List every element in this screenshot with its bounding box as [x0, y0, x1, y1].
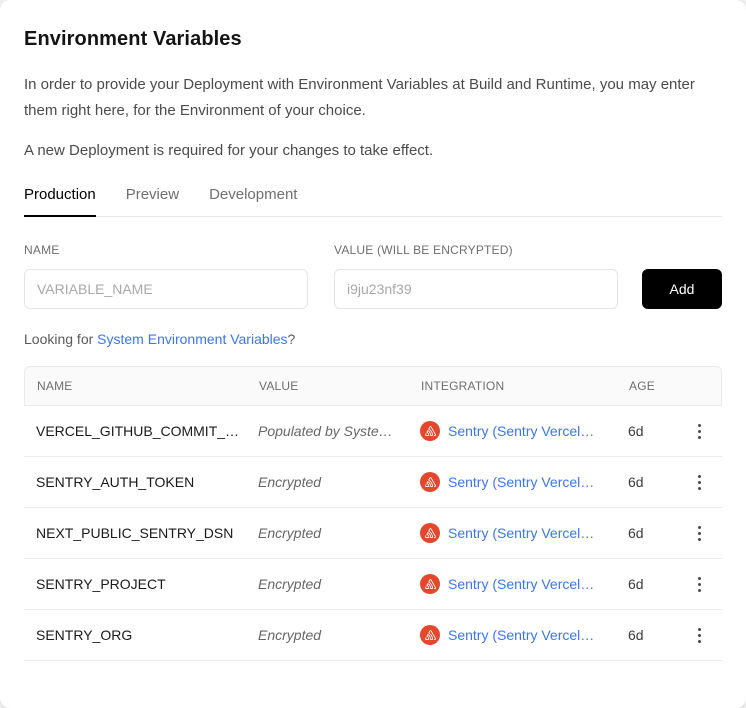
environment-variables-panel: Environment Variables In order to provid…: [0, 0, 746, 708]
col-header-value: VALUE: [247, 379, 409, 393]
tab-development[interactable]: Development: [209, 186, 297, 216]
table-header: NAME VALUE INTEGRATION AGE: [24, 366, 722, 406]
name-field-group: NAME: [24, 243, 308, 309]
table-row: SENTRY_AUTH_TOKEN Encrypted Sentry (Sent…: [24, 457, 722, 508]
value-label: VALUE (WILL BE ENCRYPTED): [334, 243, 618, 257]
var-integration: Sentry (Sentry Vercel…: [408, 523, 616, 543]
sentry-icon: [420, 472, 440, 492]
tab-production[interactable]: Production: [24, 186, 96, 216]
var-age: 6d: [616, 525, 676, 541]
redeploy-note: A new Deployment is required for your ch…: [24, 138, 696, 164]
system-env-link[interactable]: System Environment Variables: [97, 331, 287, 347]
var-name: SENTRY_AUTH_TOKEN: [24, 474, 246, 490]
table-row: VERCEL_GITHUB_COMMIT_… Populated by Syst…: [24, 406, 722, 457]
var-name: SENTRY_ORG: [24, 627, 246, 643]
variable-value-input[interactable]: [334, 269, 618, 309]
integration-link[interactable]: Sentry (Sentry Vercel…: [448, 423, 594, 439]
integration-link[interactable]: Sentry (Sentry Vercel…: [448, 474, 594, 490]
var-value: Encrypted: [246, 474, 408, 490]
tab-preview[interactable]: Preview: [126, 186, 179, 216]
integration-link[interactable]: Sentry (Sentry Vercel…: [448, 576, 594, 592]
add-button[interactable]: Add: [642, 269, 722, 309]
var-age: 6d: [616, 627, 676, 643]
col-header-age: AGE: [617, 379, 677, 393]
sentry-icon: [420, 421, 440, 441]
var-age: 6d: [616, 474, 676, 490]
var-value: Encrypted: [246, 576, 408, 592]
page-description: In order to provide your Deployment with…: [24, 72, 696, 124]
var-name: NEXT_PUBLIC_SENTRY_DSN: [24, 525, 246, 541]
system-env-line: Looking for System Environment Variables…: [24, 331, 722, 347]
add-variable-form: NAME VALUE (WILL BE ENCRYPTED) Add: [24, 243, 722, 309]
var-age: 6d: [616, 423, 676, 439]
var-integration: Sentry (Sentry Vercel…: [408, 421, 616, 441]
integration-link[interactable]: Sentry (Sentry Vercel…: [448, 525, 594, 541]
col-header-integration: INTEGRATION: [409, 379, 617, 393]
table-row: SENTRY_PROJECT Encrypted Sentry (Sentry …: [24, 559, 722, 610]
var-name: SENTRY_PROJECT: [24, 576, 246, 592]
sentry-icon: [420, 625, 440, 645]
var-integration: Sentry (Sentry Vercel…: [408, 625, 616, 645]
table-row: NEXT_PUBLIC_SENTRY_DSN Encrypted Sentry …: [24, 508, 722, 559]
var-value: Encrypted: [246, 525, 408, 541]
table-row: SENTRY_ORG Encrypted Sentry (Sentry Verc…: [24, 610, 722, 661]
kebab-menu-icon[interactable]: [692, 418, 707, 445]
kebab-menu-icon[interactable]: [692, 469, 707, 496]
kebab-menu-icon[interactable]: [692, 520, 707, 547]
var-age: 6d: [616, 576, 676, 592]
page-title: Environment Variables: [24, 28, 722, 51]
kebab-menu-icon[interactable]: [692, 622, 707, 649]
kebab-menu-icon[interactable]: [692, 571, 707, 598]
var-value: Encrypted: [246, 627, 408, 643]
var-integration: Sentry (Sentry Vercel…: [408, 472, 616, 492]
value-field-group: VALUE (WILL BE ENCRYPTED): [334, 243, 618, 309]
variable-name-input[interactable]: [24, 269, 308, 309]
sentry-icon: [420, 523, 440, 543]
var-name: VERCEL_GITHUB_COMMIT_…: [24, 423, 246, 439]
env-vars-table: NAME VALUE INTEGRATION AGE VERCEL_GITHUB…: [24, 366, 722, 661]
environment-tabs: Production Preview Development: [24, 186, 722, 217]
var-integration: Sentry (Sentry Vercel…: [408, 574, 616, 594]
name-label: NAME: [24, 243, 308, 257]
col-header-name: NAME: [25, 379, 247, 393]
system-env-prefix: Looking for: [24, 331, 97, 347]
var-value: Populated by Syste…: [246, 423, 408, 439]
sentry-icon: [420, 574, 440, 594]
integration-link[interactable]: Sentry (Sentry Vercel…: [448, 627, 594, 643]
system-env-suffix: ?: [288, 331, 296, 347]
